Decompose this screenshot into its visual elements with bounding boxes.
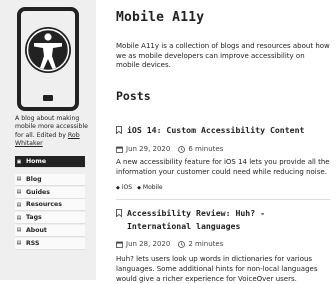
sidebar-nav: ▣ Home ▤ Blog ▤ Guides ▤ Resources ▤ Tag… (15, 156, 85, 251)
calendar-icon (116, 146, 123, 153)
nav-item-resources[interactable]: ▤ Resources (15, 199, 85, 212)
tag-link[interactable]: ◆ Mobile (137, 184, 163, 191)
nav-item-blog[interactable]: ▤ Blog (15, 173, 85, 186)
resources-icon: ▤ (16, 201, 22, 208)
home-icon: ▣ (16, 158, 22, 165)
clock-icon (178, 145, 186, 153)
nav-item-about[interactable]: ▤ About (15, 224, 85, 237)
post-meta: Jun 29, 2020 6 minutes (116, 145, 223, 153)
tag-icon: ◆ (137, 184, 141, 191)
post-date: Jun 29, 2020 (126, 145, 171, 153)
nav-item-guides[interactable]: ▤ Guides (15, 186, 85, 199)
post-title-link[interactable]: iOS 14: Custom Accessibility Content (116, 124, 330, 137)
about-icon: ▤ (16, 227, 22, 234)
phone-accessibility-logo-icon[interactable] (16, 6, 80, 112)
nav-item-home[interactable]: ▣ Home (15, 156, 85, 168)
bookmark-icon (116, 209, 122, 217)
nav-item-rss[interactable]: ▤ RSS (15, 237, 85, 250)
site-tagline: A blog about making mobile more accessib… (15, 115, 88, 148)
site-title[interactable]: Mobile A11y (116, 10, 204, 25)
post-tags: ◆ iOS ◆ Mobile (116, 184, 168, 191)
tag-icon: ◆ (116, 184, 120, 191)
post-divider (116, 199, 330, 200)
tags-icon: ▤ (16, 214, 22, 221)
post-read-time: 2 minutes (188, 240, 224, 248)
clock-icon (178, 240, 186, 248)
blog-icon: ▤ (16, 176, 22, 183)
post-date: Jun 28, 2020 (126, 240, 171, 248)
post-meta: Jun 28, 2020 2 minutes (116, 240, 223, 248)
nav-item-tags[interactable]: ▤ Tags (15, 212, 85, 225)
sidebar: A blog about making mobile more accessib… (0, 0, 96, 280)
guides-icon: ▤ (16, 189, 22, 196)
post-title-link[interactable]: Accessibility Review: Huh? - Internation… (116, 207, 330, 232)
tag-link[interactable]: ◆ iOS (116, 184, 132, 191)
post-read-time: 6 minutes (188, 145, 224, 153)
calendar-icon (116, 241, 123, 248)
posts-heading: Posts (116, 89, 151, 103)
bookmark-icon (116, 126, 122, 134)
post-excerpt: A new accessibility feature for iOS 14 l… (116, 158, 330, 176)
site-intro: Mobile A11y is a collection of blogs and… (116, 42, 330, 70)
rss-icon: ▤ (16, 240, 22, 247)
